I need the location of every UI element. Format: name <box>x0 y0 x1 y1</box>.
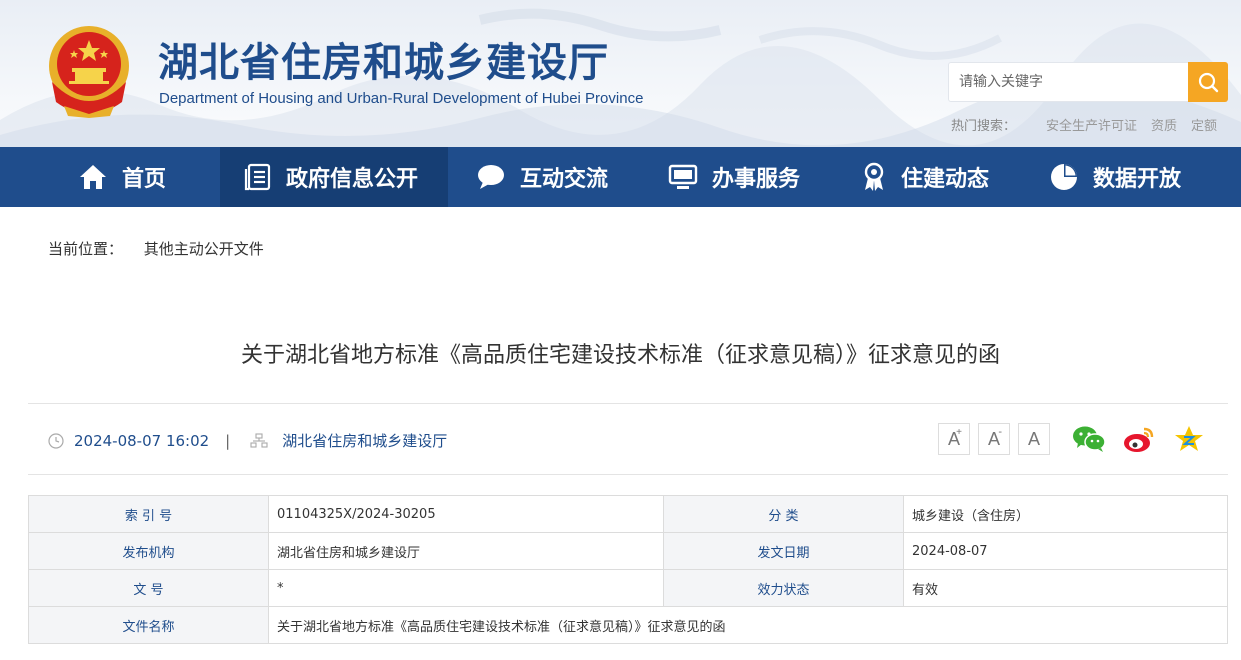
status-value: 有效 <box>903 569 1228 607</box>
clock-icon <box>48 432 64 449</box>
index-label: 索 引 号 <box>28 495 269 533</box>
award-icon <box>861 162 887 192</box>
nav-item-services[interactable]: 办事服务 <box>640 147 833 207</box>
index-value: 01104325X/2024-30205 <box>268 495 664 533</box>
nav-item-gov-info[interactable]: 政府信息公开 <box>220 147 448 207</box>
pubdate-value: 2024-08-07 <box>903 532 1228 570</box>
weibo-icon[interactable] <box>1122 423 1156 455</box>
filename-value: 关于湖北省地方标准《高品质住宅建设技术标准（征求意见稿）》征求意见的函 <box>268 606 1228 644</box>
publisher-label: 发布机构 <box>28 532 269 570</box>
hot-search-item[interactable]: 资质 <box>1151 115 1177 134</box>
organization-icon <box>250 432 268 448</box>
nav-item-label: 互动交流 <box>520 167 609 192</box>
monitor-icon <box>668 164 698 190</box>
table-row: 发布机构 湖北省住房和城乡建设厅 发文日期 2024-08-07 <box>28 532 1228 570</box>
article-source: 湖北省住房和城乡建设厅 <box>282 432 448 450</box>
nav-item-label: 数据开放 <box>1093 167 1182 192</box>
font-increase-button[interactable]: A + <box>938 423 970 455</box>
docno-label: 文 号 <box>28 569 269 607</box>
hot-search-label: 热门搜索： <box>950 119 1016 134</box>
nav-item-interaction[interactable]: 互动交流 <box>448 147 640 207</box>
site-header: 湖北省住房和城乡建设厅 Department of Housing and Ur… <box>0 0 1241 147</box>
pubdate-label: 发文日期 <box>663 532 904 570</box>
table-row: 文 号 * 效力状态 有效 <box>28 569 1228 607</box>
national-emblem-logo <box>44 22 134 118</box>
site-subtitle: Department of Housing and Urban-Rural De… <box>159 90 644 107</box>
document-list-icon <box>244 163 272 191</box>
nav-item-home[interactable]: 首页 <box>0 147 220 207</box>
share-buttons <box>1072 423 1206 455</box>
nav-item-label: 办事服务 <box>712 167 801 192</box>
chat-bubble-icon <box>476 163 506 191</box>
search-icon <box>1198 72 1219 93</box>
pie-chart-icon <box>1049 162 1079 192</box>
nav-item-data[interactable]: 数据开放 <box>1025 147 1241 207</box>
publish-date: 2024-08-07 16:02 <box>74 431 210 450</box>
nav-item-label: 政府信息公开 <box>286 167 419 192</box>
filename-label: 文件名称 <box>28 606 269 644</box>
article-title: 关于湖北省地方标准《高品质住宅建设技术标准（征求意见稿）》征求意见的函 <box>240 343 1000 368</box>
hot-search-item[interactable]: 安全生产许可证 <box>1046 115 1137 134</box>
divider <box>28 403 1228 404</box>
search-box <box>948 62 1228 102</box>
nav-item-news[interactable]: 住建动态 <box>833 147 1025 207</box>
site-title: 湖北省住房和城乡建设厅 <box>158 39 609 86</box>
home-icon <box>78 163 108 191</box>
breadcrumb-label: 当前位置： <box>48 240 124 258</box>
article-meta: 2024-08-07 16:02 | 湖北省住房和城乡建设厅 <box>48 430 447 451</box>
search-button[interactable] <box>1188 62 1228 102</box>
divider <box>28 474 1228 475</box>
nav-item-label: 首页 <box>122 167 167 192</box>
nav-item-label: 住建动态 <box>901 167 990 192</box>
hot-search: 热门搜索： 安全生产许可证 资质 定额 <box>951 115 1217 134</box>
category-value: 城乡建设（含住房） <box>903 495 1228 533</box>
category-label: 分 类 <box>663 495 904 533</box>
main-nav: 首页 政府信息公开 互动交流 办事服务 住建动态 数据开放 <box>0 147 1241 207</box>
status-label: 效力状态 <box>663 569 904 607</box>
search-input[interactable] <box>949 63 1189 101</box>
table-row: 文件名称 关于湖北省地方标准《高品质住宅建设技术标准（征求意见稿）》征求意见的函 <box>28 606 1228 644</box>
font-reset-button[interactable]: A <box>1018 423 1050 455</box>
font-reset-glyph: A <box>1027 428 1040 449</box>
meta-separator: | <box>225 431 231 450</box>
wechat-icon[interactable] <box>1072 423 1106 455</box>
qzone-icon[interactable] <box>1172 423 1206 455</box>
docno-value: * <box>268 569 664 607</box>
table-row: 索 引 号 01104325X/2024-30205 分 类 城乡建设（含住房） <box>28 495 1228 533</box>
publisher-value: 湖北省住房和城乡建设厅 <box>268 532 664 570</box>
font-decrease-button[interactable]: A- <box>978 423 1010 455</box>
hot-search-item[interactable]: 定额 <box>1191 115 1217 134</box>
breadcrumb-current[interactable]: 其他主动公开文件 <box>144 240 264 258</box>
breadcrumb: 当前位置： 其他主动公开文件 <box>48 238 264 259</box>
document-info-table: 索 引 号 01104325X/2024-30205 分 类 城乡建设（含住房）… <box>28 495 1228 644</box>
font-size-controls: A + A- A <box>938 423 1050 455</box>
